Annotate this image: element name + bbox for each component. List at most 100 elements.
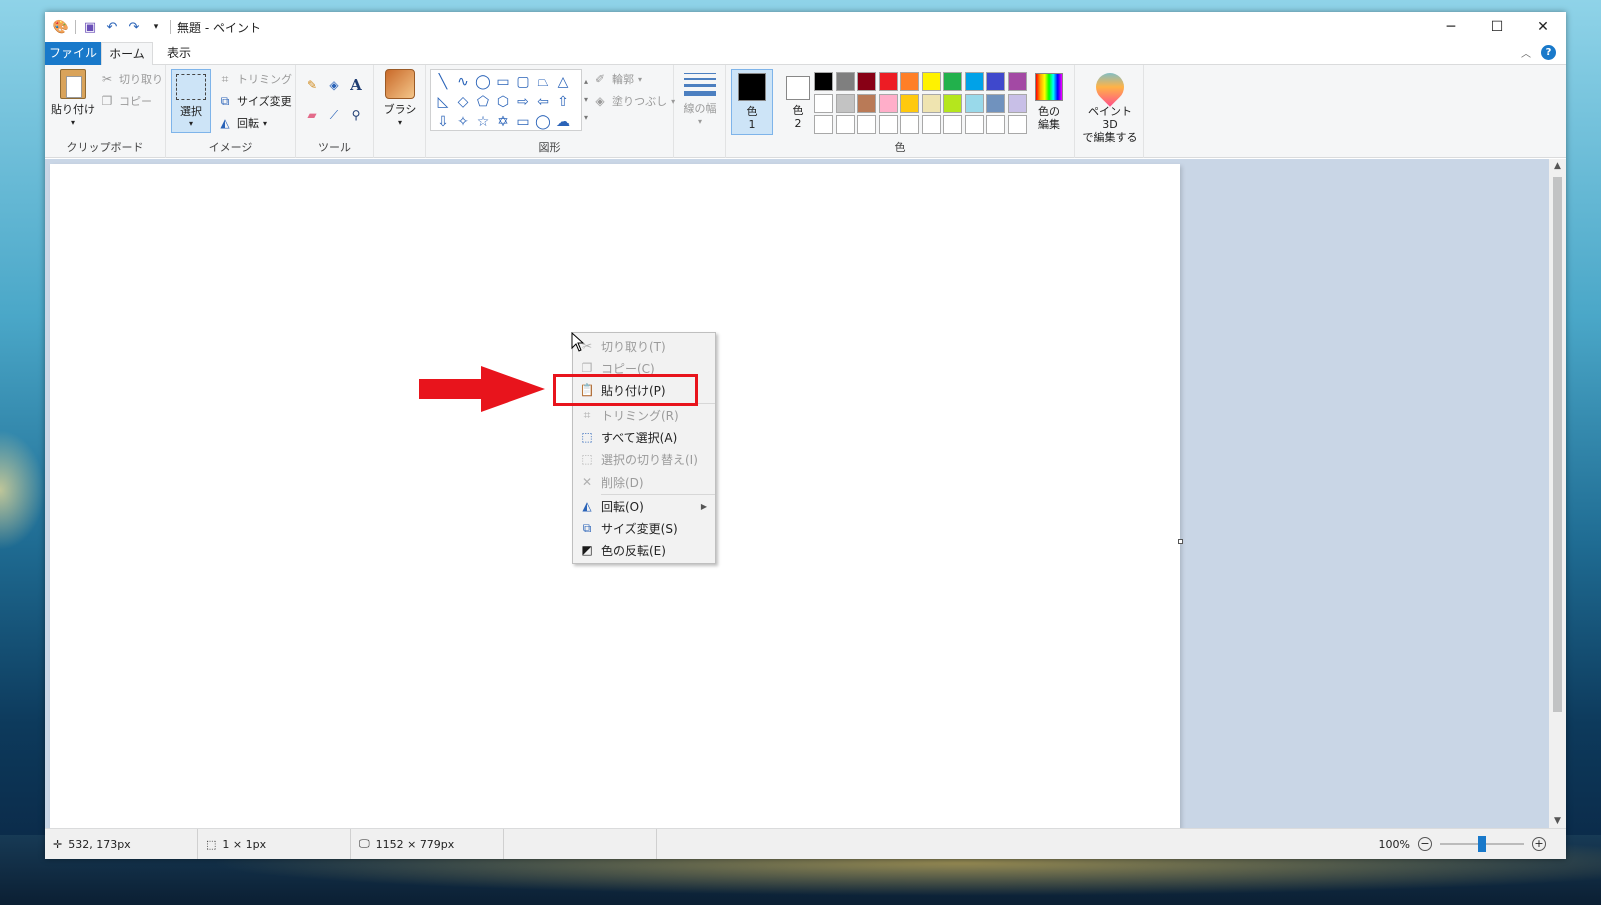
menu-item-delete[interactable]: ✕ 削除(D) [573,471,715,493]
color-picker-icon[interactable]: ⟋ [326,107,342,123]
six-point-star-shape-icon[interactable]: ✡ [493,112,513,132]
crop-button[interactable]: ⌗ トリミング [217,71,292,87]
minimize-button[interactable]: ─ [1428,12,1474,42]
palette-color-swatch[interactable] [943,72,962,91]
palette-color-swatch[interactable] [878,72,898,91]
palette-color-swatch[interactable] [835,72,855,91]
palette-color-swatch[interactable] [814,93,833,113]
brush-button[interactable]: ブラシ ▾ [382,69,418,129]
up-arrow-shape-icon[interactable]: ⇧ [553,92,573,112]
paste-button[interactable]: 貼り付け ▾ [51,69,95,129]
text-icon[interactable]: A [348,76,364,94]
triangle-shape-icon[interactable]: △ [553,72,573,92]
palette-color-swatch[interactable] [964,93,984,113]
scroll-down-icon[interactable]: ▼ [1549,816,1566,826]
curve-shape-icon[interactable]: ∿ [453,72,473,92]
polygon-shape-icon[interactable]: ⏢ [533,72,553,92]
help-icon[interactable]: ? [1541,45,1556,60]
menu-item-invert-color[interactable]: ◩ 色の反転(E) [573,539,715,561]
rounded-rectangle-shape-icon[interactable]: ▢ [513,72,533,92]
vertical-scrollbar[interactable]: ▲ ▼ [1549,159,1566,828]
magnifier-icon[interactable]: ⚲ [348,107,364,123]
palette-color-swatch[interactable] [1007,72,1027,91]
palette-color-swatch[interactable] [943,93,962,113]
palette-color-swatch[interactable] [835,115,855,134]
menu-item-select-all[interactable]: ⬚ すべて選択(A) [573,426,715,448]
tab-file[interactable]: ファイル [45,42,101,65]
scrollbar-thumb[interactable] [1553,177,1562,712]
palette-color-swatch[interactable] [900,72,919,91]
maximize-button[interactable]: ☐ [1474,12,1520,42]
palette-color-swatch[interactable] [986,72,1005,91]
fill-button[interactable]: ◈ 塗りつぶし ▾ [592,93,675,109]
four-point-star-shape-icon[interactable]: ✧ [453,112,473,132]
palette-color-swatch[interactable] [857,115,876,134]
right-arrow-shape-icon[interactable]: ⇨ [513,92,533,112]
edit-colors-button[interactable]: 色の 編集 [1028,69,1070,135]
scroll-up-icon[interactable]: ▲ [1549,161,1566,171]
tab-home[interactable]: ホーム [101,42,153,66]
diamond-shape-icon[interactable]: ◇ [453,92,473,112]
color2-button[interactable]: 色 2 [777,69,819,135]
palette-color-swatch[interactable] [964,72,984,91]
menu-item-cut[interactable]: ✂ 切り取り(T) [573,335,715,357]
palette-color-swatch[interactable] [1007,93,1027,113]
rectangle-shape-icon[interactable]: ▭ [493,72,513,92]
right-triangle-shape-icon[interactable]: ◺ [433,92,453,112]
save-icon[interactable]: ▣ [82,19,98,35]
five-point-star-shape-icon[interactable]: ☆ [473,112,493,132]
hexagon-shape-icon[interactable]: ⬡ [493,92,513,112]
copy-button[interactable]: ❐ コピー [99,93,152,109]
palette-color-swatch[interactable] [857,93,876,113]
palette-color-swatch[interactable] [900,115,919,134]
resize-button[interactable]: ⧉ サイズ変更 [217,93,292,109]
palette-color-swatch[interactable] [986,115,1005,134]
zoom-in-icon[interactable]: + [1532,837,1546,851]
color1-button[interactable]: 色 1 [731,69,773,135]
left-arrow-shape-icon[interactable]: ⇦ [533,92,553,112]
edit-with-paint3d-button[interactable]: ペイント 3D で編集する [1079,67,1141,144]
palette-color-swatch[interactable] [878,93,898,113]
menu-item-resize[interactable]: ⧉ サイズ変更(S) [573,517,715,539]
size-button[interactable]: 線の幅 ▾ [683,69,717,128]
oval-shape-icon[interactable]: ◯ [473,72,493,92]
palette-color-swatch[interactable] [921,93,941,113]
outline-button[interactable]: ✐ 輪郭 ▾ [592,71,642,87]
shapes-scroll[interactable]: ▴ ▾ ▾ [584,73,588,127]
pentagon-shape-icon[interactable]: ⬠ [473,92,493,112]
palette-color-swatch[interactable] [814,72,833,91]
palette-color-swatch[interactable] [986,93,1005,113]
eraser-icon[interactable]: ▰ [304,107,320,123]
collapse-ribbon-icon[interactable]: ︿ [1521,45,1531,60]
menu-item-crop[interactable]: ⌗ トリミング(R) [573,404,715,426]
menu-item-rotate[interactable]: ◭ 回転(O) ▶ [573,495,715,517]
fill-bucket-icon[interactable]: ◈ [326,77,342,93]
palette-color-swatch[interactable] [814,115,833,134]
palette-color-swatch[interactable] [921,72,941,91]
close-button[interactable]: ✕ [1520,12,1566,42]
canvas-resize-handle-right[interactable] [1178,539,1183,544]
palette-color-swatch[interactable] [857,72,876,91]
palette-color-swatch[interactable] [1007,115,1027,134]
menu-item-invert-selection[interactable]: ⬚ 選択の切り替え(I) [573,448,715,470]
palette-color-swatch[interactable] [964,115,984,134]
palette-color-swatch[interactable] [835,93,855,113]
palette-color-swatch[interactable] [878,115,898,134]
palette-color-swatch[interactable] [921,115,941,134]
cut-button[interactable]: ✂ 切り取り [99,71,163,87]
zoom-slider-thumb[interactable] [1478,836,1486,852]
cloud-callout-shape-icon[interactable]: ☁ [553,112,573,132]
pencil-icon[interactable]: ✎ [304,77,320,93]
zoom-out-icon[interactable]: − [1418,837,1432,851]
tab-view[interactable]: 表示 [157,42,201,65]
oval-callout-shape-icon[interactable]: ◯ [533,112,553,132]
rotate-button[interactable]: ◭ 回転 ▾ [217,115,267,131]
undo-icon[interactable]: ↶ [104,19,120,35]
palette-color-swatch[interactable] [943,115,962,134]
customize-quick-access-icon[interactable]: ▾ [148,19,164,35]
rectangle-callout-shape-icon[interactable]: ▭ [513,112,533,132]
zoom-slider[interactable] [1440,836,1524,852]
redo-icon[interactable]: ↷ [126,19,142,35]
palette-color-swatch[interactable] [900,93,919,113]
down-arrow-shape-icon[interactable]: ⇩ [433,112,453,132]
